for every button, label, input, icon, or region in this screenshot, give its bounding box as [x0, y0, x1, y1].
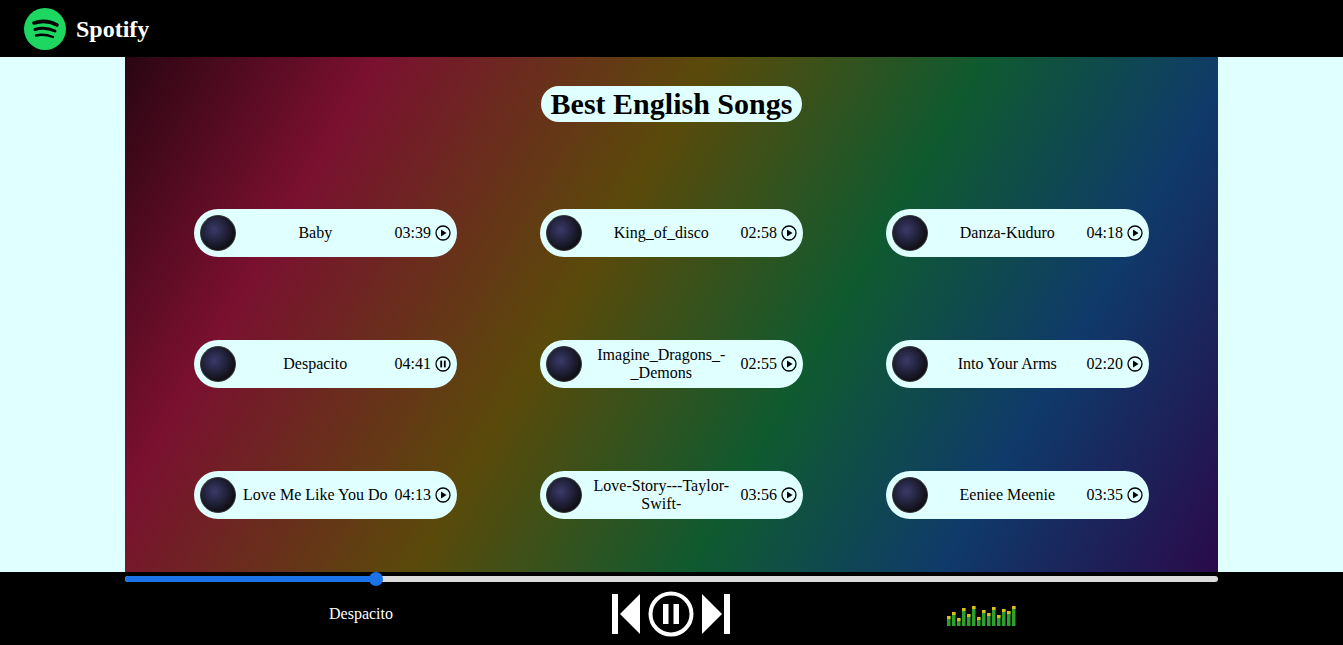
- song-card[interactable]: King_of_disco02:58: [540, 209, 803, 257]
- song-name: Despacito: [240, 355, 391, 373]
- next-icon[interactable]: [700, 592, 732, 636]
- song-grid: Baby03:39King_of_disco02:58Danza-Kuduro0…: [194, 209, 1149, 519]
- song-duration: 02:20: [1087, 352, 1123, 376]
- song-name: Love Me Like You Do: [240, 486, 391, 504]
- song-name: Love-Story---Taylor-Swift-: [586, 477, 737, 513]
- playlist-title: Best English Songs: [541, 86, 803, 122]
- song-card[interactable]: Baby03:39: [194, 209, 457, 257]
- top-bar: Spotify: [0, 0, 1343, 57]
- song-card[interactable]: Imagine_Dragons_-_Demons02:55: [540, 340, 803, 388]
- now-playing: Despacito: [125, 602, 597, 626]
- progress-thumb[interactable]: [369, 572, 383, 586]
- song-card[interactable]: Into Your Arms02:20: [886, 340, 1149, 388]
- song-name: Danza-Kuduro: [932, 224, 1083, 242]
- play-icon[interactable]: [435, 487, 451, 503]
- song-cover: [546, 215, 582, 251]
- song-duration: 03:56: [741, 483, 777, 507]
- song-cover: [200, 346, 236, 382]
- song-duration: 02:55: [741, 352, 777, 376]
- song-name: Imagine_Dragons_-_Demons: [586, 346, 737, 382]
- pause-icon[interactable]: [435, 356, 451, 372]
- song-cover: [200, 215, 236, 251]
- player-row: Despacito: [125, 582, 1218, 645]
- visualizer: [745, 602, 1218, 626]
- song-name: Into Your Arms: [932, 355, 1083, 373]
- song-card[interactable]: Eeniee Meenie03:35: [886, 471, 1149, 519]
- song-duration: 04:41: [395, 352, 431, 376]
- song-card[interactable]: Love-Story---Taylor-Swift-03:56: [540, 471, 803, 519]
- play-icon[interactable]: [781, 356, 797, 372]
- equalizer-icon: [947, 602, 1017, 626]
- progress-fill: [125, 576, 376, 582]
- play-icon[interactable]: [781, 487, 797, 503]
- song-duration: 04:13: [395, 483, 431, 507]
- song-cover: [892, 346, 928, 382]
- play-icon[interactable]: [1127, 356, 1143, 372]
- play-icon[interactable]: [1127, 225, 1143, 241]
- song-duration: 03:39: [395, 221, 431, 245]
- player-controls: [597, 591, 745, 637]
- song-name: King_of_disco: [586, 224, 737, 242]
- pause-icon[interactable]: [648, 591, 694, 637]
- song-card[interactable]: Danza-Kuduro04:18: [886, 209, 1149, 257]
- app: Spotify Best English Songs Baby03:39 King_o…: [0, 0, 1343, 645]
- progress-slider[interactable]: [125, 576, 1218, 582]
- playlist-panel: Best English Songs Baby03:39 King_of_disco…: [125, 57, 1218, 572]
- song-duration: 02:58: [741, 221, 777, 245]
- play-icon[interactable]: [1127, 487, 1143, 503]
- player-bar: Despacito: [0, 572, 1343, 645]
- play-icon[interactable]: [781, 225, 797, 241]
- song-cover: [546, 346, 582, 382]
- song-duration: 04:18: [1087, 221, 1123, 245]
- song-cover: [892, 215, 928, 251]
- song-cover: [200, 477, 236, 513]
- play-icon[interactable]: [435, 225, 451, 241]
- song-cover: [546, 477, 582, 513]
- song-name: Eeniee Meenie: [932, 486, 1083, 504]
- song-card[interactable]: Despacito04:41: [194, 340, 457, 388]
- song-name: Baby: [240, 224, 391, 242]
- spotify-logo-icon: [24, 8, 66, 50]
- song-card[interactable]: Love Me Like You Do04:13: [194, 471, 457, 519]
- song-cover: [892, 477, 928, 513]
- previous-icon[interactable]: [610, 592, 642, 636]
- song-duration: 03:35: [1087, 483, 1123, 507]
- brand-name[interactable]: Spotify: [76, 11, 149, 47]
